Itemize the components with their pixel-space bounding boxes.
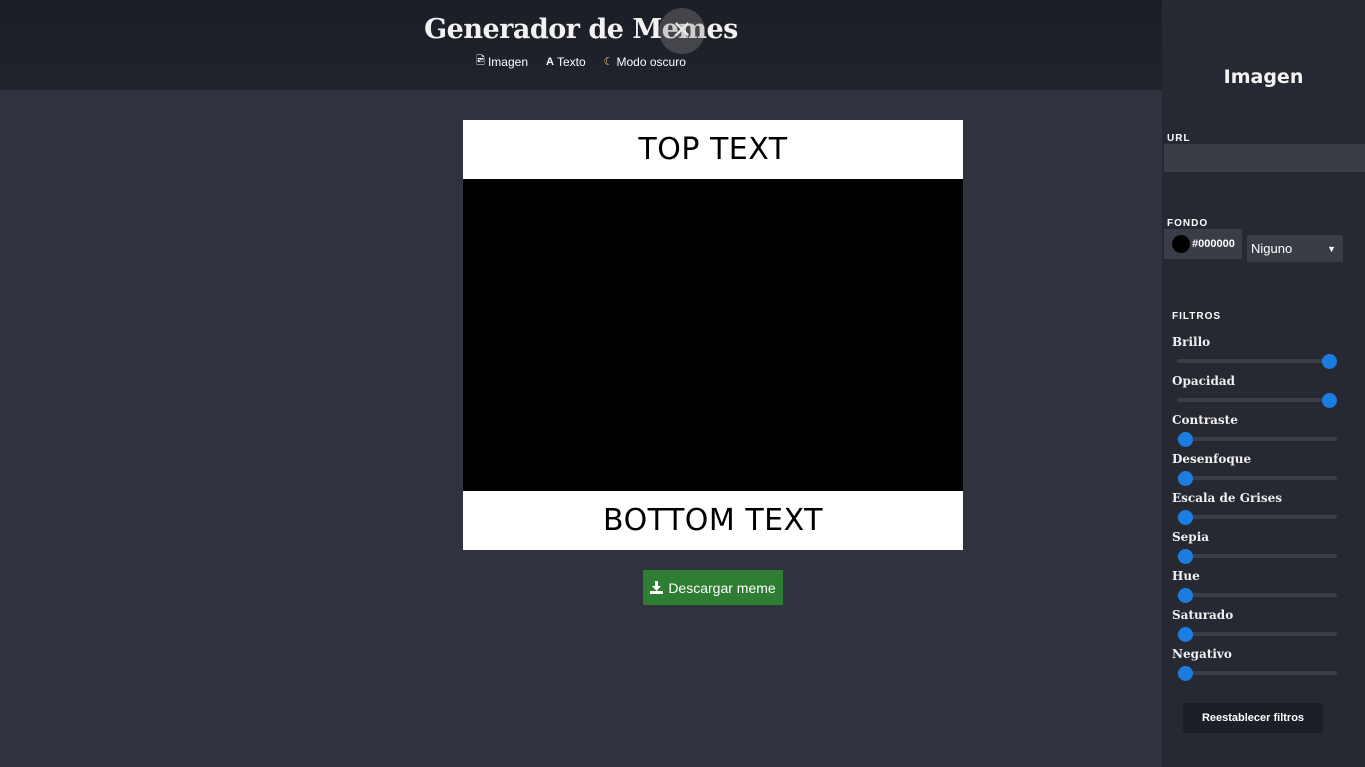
- download-icon: [650, 581, 664, 594]
- top-nav: 🖻 Imagen A Texto ☾ Modo oscuro: [0, 52, 1162, 71]
- filter-saturado: Saturado: [1172, 608, 1342, 642]
- page-title: Generador de Memes: [424, 14, 738, 45]
- slider-thumb[interactable]: [1178, 588, 1193, 603]
- background-color-picker[interactable]: #000000: [1164, 229, 1242, 259]
- slider-track: [1177, 398, 1337, 402]
- meme-image: [463, 179, 963, 491]
- filter-label: Contraste: [1172, 413, 1238, 427]
- filter-label: Sepia: [1172, 530, 1210, 544]
- slider-thumb[interactable]: [1322, 354, 1337, 369]
- slider-thumb[interactable]: [1178, 432, 1193, 447]
- slider-track: [1177, 671, 1337, 675]
- slider-thumb[interactable]: [1322, 393, 1337, 408]
- filter-label: Negativo: [1172, 647, 1232, 661]
- app-header: Generador de Memes ✕ 🖻 Imagen A Texto ☾ …: [0, 0, 1162, 90]
- filter-label: Opacidad: [1172, 374, 1236, 388]
- slider-thumb[interactable]: [1178, 471, 1193, 486]
- filter-escala-de-grises: Escala de Grises: [1172, 491, 1342, 525]
- filter-label: Hue: [1172, 569, 1200, 583]
- slider-track: [1177, 554, 1337, 558]
- filter-sepia: Sepia: [1172, 530, 1342, 564]
- slider-track: [1177, 359, 1337, 363]
- blend-mode-value: Niguno: [1251, 241, 1293, 256]
- slider-track: [1177, 476, 1337, 480]
- filter-opacidad: Opacidad: [1172, 374, 1342, 408]
- filter-slider[interactable]: [1177, 664, 1337, 694]
- reset-filters-button[interactable]: Reestablecer filtros: [1183, 703, 1323, 733]
- color-swatch: [1172, 235, 1190, 253]
- image-file-icon: 🖻: [476, 55, 485, 67]
- url-input[interactable]: [1164, 144, 1365, 172]
- filter-contraste: Contraste: [1172, 413, 1342, 447]
- slider-thumb[interactable]: [1178, 510, 1193, 525]
- meme-top-text: TOP TEXT: [638, 132, 788, 167]
- meme-canvas: TOP TEXT BOTTOM TEXT: [463, 120, 963, 550]
- download-label: Descargar meme: [668, 579, 776, 596]
- chevron-down-icon: ▼: [1327, 243, 1336, 254]
- meme-bottom-text: BOTTOM TEXT: [603, 503, 823, 538]
- filter-label: Desenfoque: [1172, 452, 1252, 466]
- slider-thumb[interactable]: [1178, 627, 1193, 642]
- filter-label: Brillo: [1172, 335, 1211, 349]
- color-hex-value: #000000: [1192, 238, 1235, 250]
- nav-item-label: Imagen: [487, 54, 528, 69]
- nav-item-label: Modo oscuro: [616, 54, 686, 69]
- filters-label: FILTROS: [1172, 311, 1222, 322]
- image-panel: Imagen URL FONDO #000000 Niguno ▼ FILTRO…: [1162, 0, 1365, 767]
- filter-label: Escala de Grises: [1172, 491, 1282, 505]
- nav-item-texto[interactable]: A Texto: [546, 52, 586, 71]
- filter-label: Saturado: [1172, 608, 1234, 622]
- background-label: FONDO: [1167, 218, 1209, 229]
- slider-thumb[interactable]: [1178, 666, 1193, 681]
- slider-track: [1177, 593, 1337, 597]
- filter-desenfoque: Desenfoque: [1172, 452, 1342, 486]
- filter-hue: Hue: [1172, 569, 1342, 603]
- text-icon: A: [546, 55, 554, 68]
- slider-track: [1177, 632, 1337, 636]
- url-label: URL: [1167, 133, 1191, 144]
- download-meme-button[interactable]: Descargar meme: [643, 570, 783, 605]
- nav-item-label: Texto: [556, 54, 586, 69]
- nav-item-modo-oscuro[interactable]: ☾ Modo oscuro: [604, 52, 686, 71]
- filter-negativo: Negativo: [1172, 647, 1342, 681]
- blend-mode-select[interactable]: Niguno ▼: [1247, 235, 1343, 262]
- moon-icon: ☾: [603, 56, 614, 68]
- panel-title: Imagen: [1223, 66, 1304, 88]
- filter-brillo: Brillo: [1172, 335, 1342, 369]
- slider-track: [1177, 437, 1337, 441]
- slider-track: [1177, 515, 1337, 519]
- close-button[interactable]: ✕: [659, 8, 705, 54]
- nav-item-imagen[interactable]: 🖻 Imagen: [476, 52, 528, 71]
- slider-thumb[interactable]: [1178, 549, 1193, 564]
